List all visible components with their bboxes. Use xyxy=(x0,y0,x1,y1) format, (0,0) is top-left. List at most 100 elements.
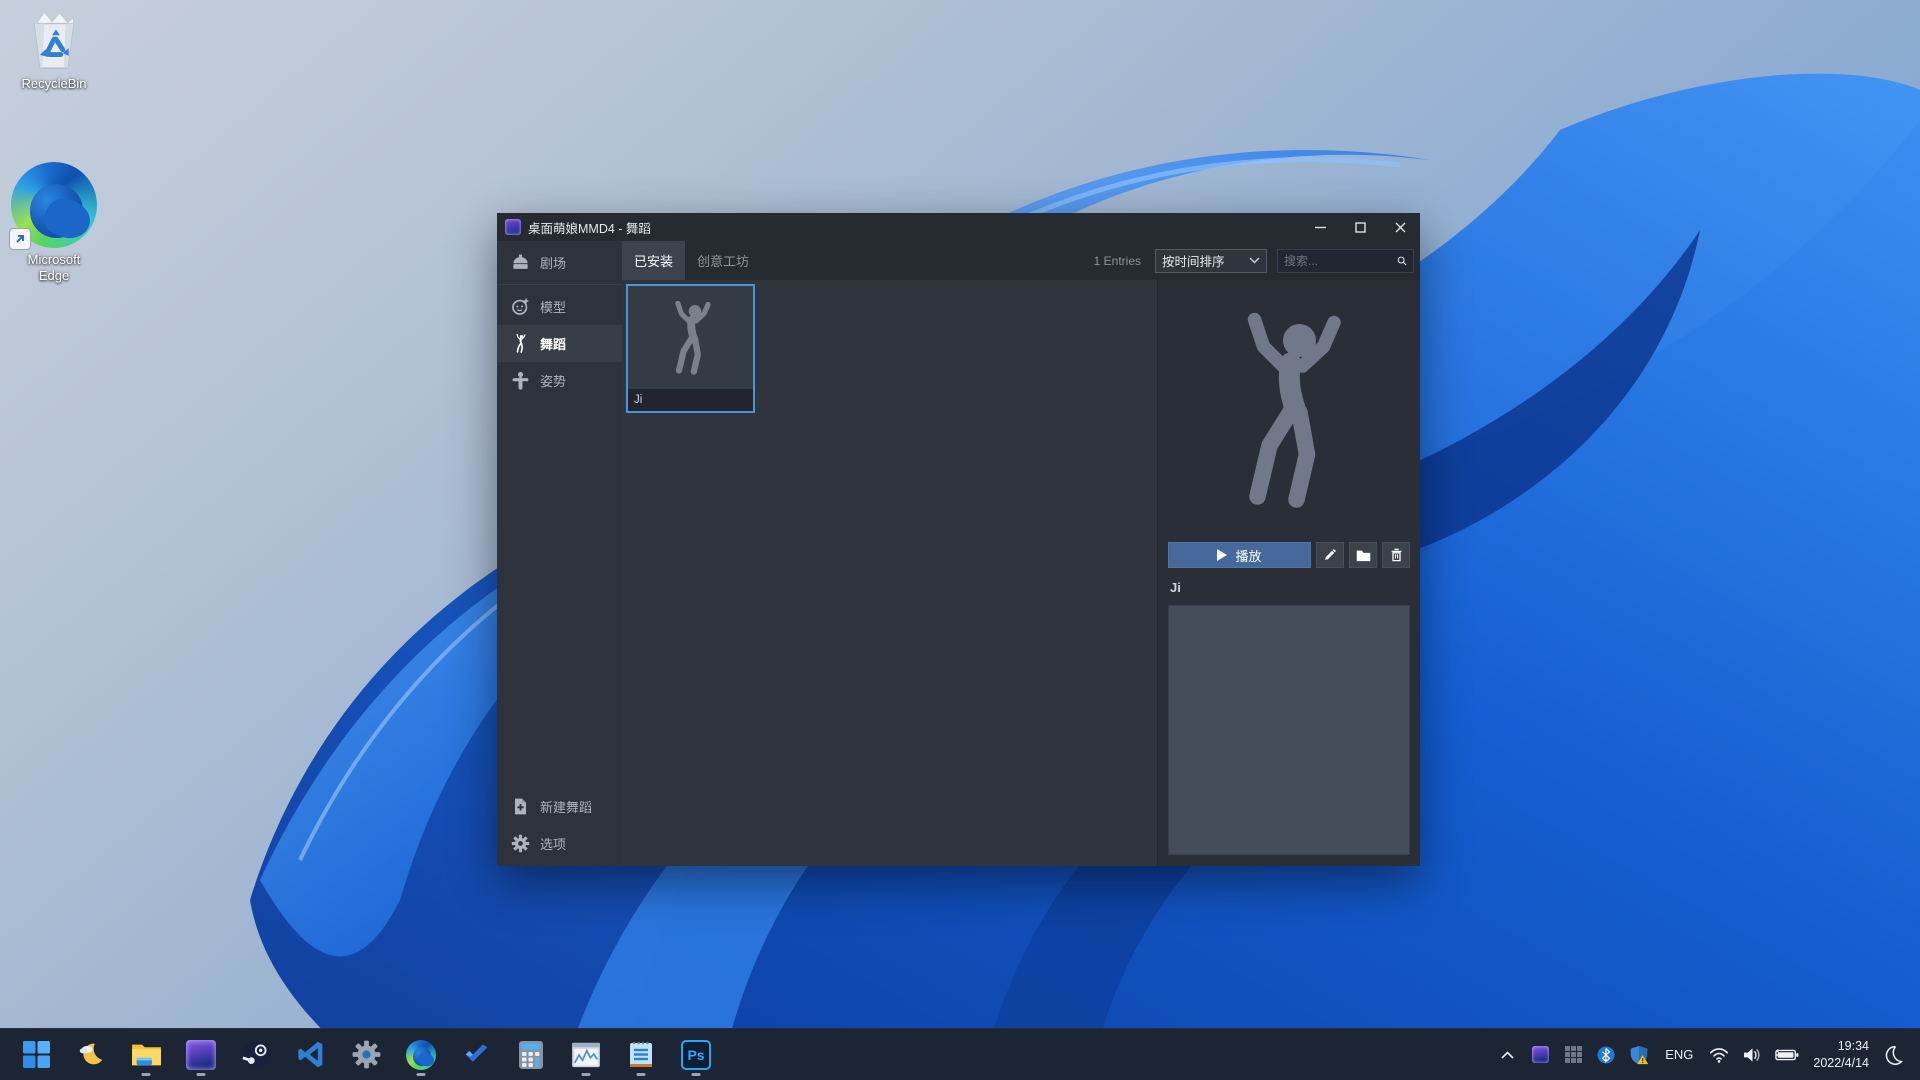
sidebar-item-dance[interactable]: 舞蹈 xyxy=(497,325,622,362)
sidebar: 剧场 模型 舞蹈 姿势 新建舞蹈 选项 xyxy=(497,241,622,866)
mmd-tray-icon xyxy=(1531,1046,1549,1063)
running-indicator xyxy=(581,1072,591,1076)
folder-icon xyxy=(1356,550,1370,561)
notepad-icon xyxy=(630,1041,652,1067)
pose-icon xyxy=(512,372,529,390)
sort-dropdown[interactable]: 按时间排序 xyxy=(1155,248,1267,273)
running-indicator xyxy=(196,1072,206,1076)
maximize-button[interactable] xyxy=(1340,213,1380,241)
shortcut-arrow-icon xyxy=(9,228,31,250)
widgets-weather-button[interactable] xyxy=(71,1032,111,1078)
file-explorer-icon xyxy=(131,1044,161,1066)
battery-icon xyxy=(1775,1048,1799,1060)
pencil-icon xyxy=(1325,549,1336,560)
wifi-icon xyxy=(1710,1047,1729,1063)
tray-security[interactable] xyxy=(1626,1035,1652,1075)
tab-workshop[interactable]: 创意工坊 xyxy=(685,241,761,280)
running-indicator xyxy=(691,1072,701,1076)
tray-battery[interactable] xyxy=(1772,1035,1802,1075)
start-button[interactable] xyxy=(16,1032,56,1078)
volume-icon xyxy=(1743,1047,1760,1062)
chevron-down-icon xyxy=(1249,257,1260,264)
running-indicator xyxy=(141,1072,151,1076)
moon-weather-icon xyxy=(79,1043,103,1064)
sidebar-item-model[interactable]: 模型 xyxy=(497,288,622,325)
chevron-up-icon xyxy=(1501,1050,1514,1059)
open-folder-button[interactable] xyxy=(1349,542,1377,568)
search-field xyxy=(1277,248,1414,273)
tray-volume[interactable] xyxy=(1739,1035,1765,1075)
tray-night-mode[interactable] xyxy=(1880,1035,1906,1075)
todo-button[interactable] xyxy=(456,1032,496,1078)
edge-button[interactable] xyxy=(401,1032,441,1078)
trash-icon xyxy=(1391,548,1401,562)
sidebar-item-options[interactable]: 选项 xyxy=(497,825,622,862)
photoshop-button[interactable]: Ps xyxy=(676,1032,716,1078)
dance-icon xyxy=(516,334,526,353)
model-face-icon xyxy=(512,297,530,315)
window-titlebar[interactable]: 桌面萌娘MMD4 - 舞蹈 xyxy=(497,213,1420,241)
detail-panel: 播放 Ji xyxy=(1158,280,1420,866)
running-indicator xyxy=(416,1072,426,1076)
task-manager-icon xyxy=(572,1042,600,1067)
play-icon xyxy=(1217,549,1228,561)
minimize-button[interactable] xyxy=(1300,213,1340,241)
mmd-app-button[interactable] xyxy=(181,1032,221,1078)
tray-mmd-icon[interactable] xyxy=(1527,1035,1553,1075)
edge-desktop-icon[interactable]: Microsoft Edge xyxy=(6,162,102,285)
tray-chevron-up[interactable] xyxy=(1494,1035,1520,1075)
moon-icon xyxy=(1885,1045,1903,1065)
tray-wifi[interactable] xyxy=(1706,1035,1732,1075)
vscode-icon xyxy=(297,1041,322,1068)
sidebar-item-label: 舞蹈 xyxy=(540,337,567,352)
clock[interactable]: 19:34 2022/4/14 xyxy=(1809,1035,1873,1075)
dancing-figure-icon xyxy=(674,300,711,375)
edge-logo-icon xyxy=(406,1039,436,1070)
sort-selected-value: 按时间排序 xyxy=(1162,255,1225,269)
settings-button[interactable] xyxy=(346,1032,386,1078)
play-label: 播放 xyxy=(1235,548,1262,564)
mmd-app-window: 桌面萌娘MMD4 - 舞蹈 剧场 模型 舞蹈 姿势 新建舞蹈 选项 已安装 创意… xyxy=(497,213,1420,866)
calculator-icon xyxy=(519,1040,543,1069)
clock-time: 19:34 xyxy=(1837,1038,1869,1053)
close-button[interactable] xyxy=(1380,213,1420,241)
gear-icon xyxy=(511,834,530,853)
edit-button[interactable] xyxy=(1316,542,1344,568)
sidebar-item-theater[interactable]: 剧场 xyxy=(497,244,622,281)
file-explorer-button[interactable] xyxy=(126,1032,166,1078)
steam-button[interactable] xyxy=(236,1032,276,1078)
tray-app-grid[interactable] xyxy=(1560,1035,1586,1075)
dancing-figure-icon xyxy=(1247,313,1341,508)
tray-bluetooth[interactable] xyxy=(1593,1035,1619,1075)
tab-label: 已安装 xyxy=(634,254,674,269)
sidebar-item-pose[interactable]: 姿势 xyxy=(497,362,622,399)
sidebar-item-label: 新建舞蹈 xyxy=(540,800,593,815)
recycle-bin-icon xyxy=(33,11,75,69)
sidebar-item-label: 模型 xyxy=(540,300,567,315)
action-row: 播放 xyxy=(1168,542,1410,568)
dance-grid: Ji xyxy=(622,280,1158,866)
notepad-button[interactable] xyxy=(621,1032,661,1078)
dance-item-ji[interactable]: Ji xyxy=(626,284,755,413)
search-icon[interactable] xyxy=(1397,254,1407,268)
system-tray: ENG 19:34 2022/4/14 xyxy=(1494,1035,1920,1075)
taskbar: Ps ENG 19:34 2022/4/14 xyxy=(0,1028,1920,1080)
vscode-button[interactable] xyxy=(291,1032,331,1078)
steam-icon xyxy=(241,1040,271,1069)
tab-label: 创意工坊 xyxy=(697,254,750,269)
edge-logo-icon xyxy=(9,162,97,250)
recycle-bin-desktop-icon[interactable]: RecycleBin xyxy=(6,10,102,92)
recycle-bin-label: RecycleBin xyxy=(21,76,87,91)
tab-installed[interactable]: 已安装 xyxy=(622,241,686,280)
description-box xyxy=(1168,605,1410,855)
sidebar-item-new-dance[interactable]: 新建舞蹈 xyxy=(497,788,622,825)
delete-button[interactable] xyxy=(1382,542,1410,568)
stage-icon xyxy=(513,254,528,269)
play-button[interactable]: 播放 xyxy=(1168,542,1311,568)
language-indicator[interactable]: ENG xyxy=(1659,1035,1699,1075)
search-input[interactable] xyxy=(1284,253,1397,268)
bluetooth-icon xyxy=(1597,1046,1615,1063)
calculator-button[interactable] xyxy=(511,1032,551,1078)
task-manager-button[interactable] xyxy=(566,1032,606,1078)
